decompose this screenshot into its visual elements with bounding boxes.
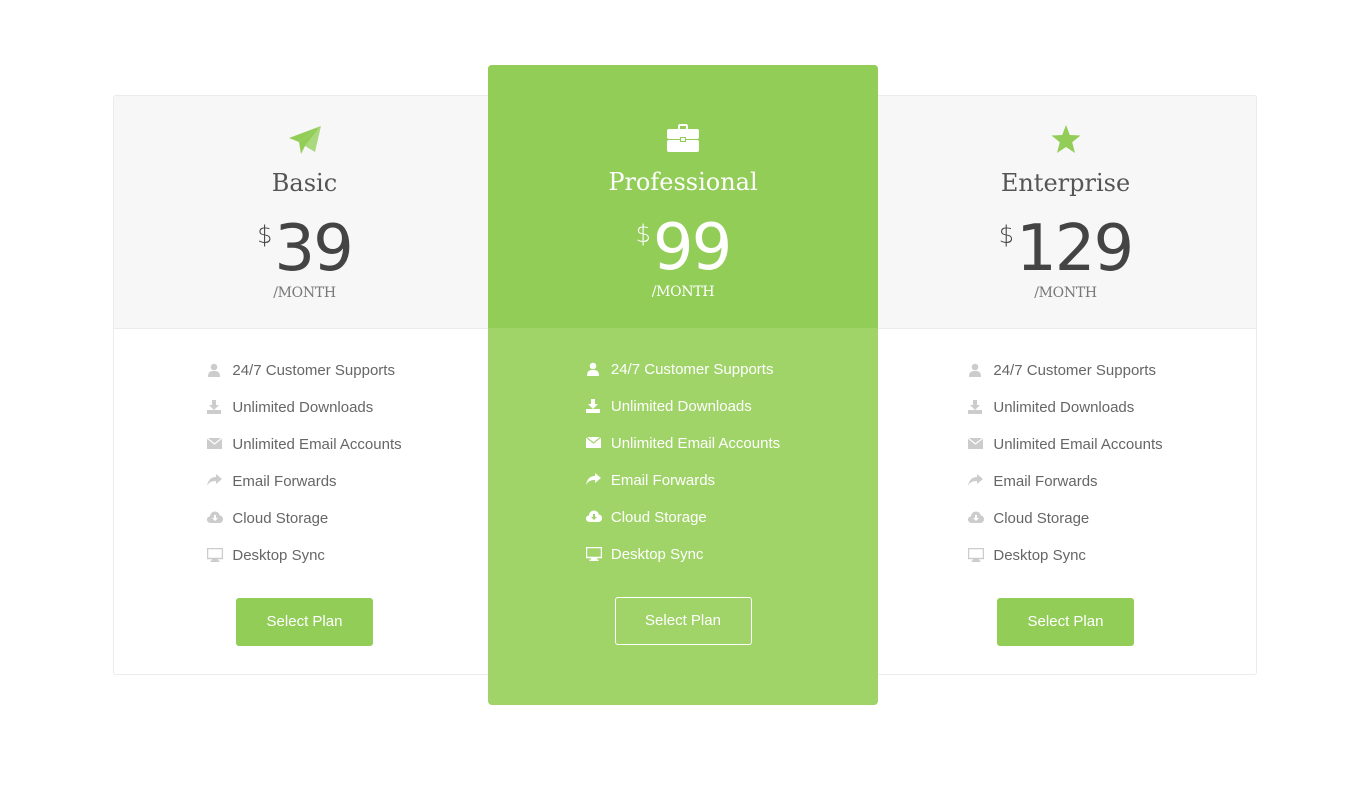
feature-item: Unlimited Downloads: [968, 396, 1162, 433]
plan-price: $99: [488, 212, 878, 284]
currency-symbol: $: [635, 220, 651, 248]
cloud-download-icon: [968, 511, 985, 525]
paper-plane-icon: [114, 125, 495, 162]
price-period: /MONTH: [651, 284, 715, 300]
price-amount: 129: [1016, 212, 1134, 286]
desktop-icon: [968, 548, 985, 562]
card-header: Basic $39 /MONTH: [114, 96, 495, 329]
star-icon: [875, 125, 1256, 159]
download-icon: [585, 399, 602, 413]
card-header: Professional $99 /MONTH: [488, 65, 878, 328]
feature-list: 24/7 Customer Supports Unlimited Downloa…: [968, 359, 1163, 581]
feature-list: 24/7 Customer Supports Unlimited Downloa…: [585, 358, 780, 580]
feature-item: Unlimited Downloads: [207, 396, 401, 433]
cloud-download-icon: [207, 511, 224, 525]
user-icon: [968, 363, 984, 377]
download-icon: [207, 400, 223, 414]
price-period: /MONTH: [273, 285, 336, 301]
cloud-download-icon: [585, 510, 602, 524]
desktop-icon: [585, 547, 602, 561]
briefcase-icon: [488, 124, 878, 157]
envelope-icon: [207, 437, 223, 451]
feature-item: Unlimited Email Accounts: [585, 432, 780, 469]
pricing-card-enterprise: Enterprise $129 /MONTH 24/7 Customer Sup…: [875, 95, 1257, 675]
share-icon: [968, 474, 984, 488]
feature-item: Desktop Sync: [207, 544, 401, 581]
plan-name: Professional: [608, 168, 758, 196]
desktop-icon: [207, 548, 224, 562]
feature-item: Unlimited Email Accounts: [968, 433, 1163, 470]
feature-item: 24/7 Customer Supports: [968, 359, 1162, 396]
select-plan-button[interactable]: Select Plan: [614, 597, 752, 645]
feature-item: Email Forwards: [968, 470, 1162, 507]
user-icon: [586, 362, 602, 376]
share-icon: [207, 474, 223, 488]
feature-item: Desktop Sync: [968, 544, 1162, 581]
card-header: Enterprise $129 /MONTH: [875, 96, 1256, 329]
price-amount: 39: [274, 212, 353, 286]
feature-item: Desktop Sync: [585, 543, 780, 580]
feature-item: Cloud Storage: [585, 506, 780, 543]
pricing-card-professional: Professional $99 /MONTH 24/7 Customer Su…: [488, 65, 878, 705]
download-icon: [968, 400, 984, 414]
plan-price: $129: [875, 213, 1256, 285]
share-icon: [585, 473, 602, 487]
price-amount: 99: [652, 211, 732, 285]
envelope-icon: [968, 437, 984, 451]
feature-item: Cloud Storage: [207, 507, 401, 544]
currency-symbol: $: [998, 221, 1015, 249]
feature-item: 24/7 Customer Supports: [207, 359, 401, 396]
feature-item: 24/7 Customer Supports: [586, 358, 780, 395]
pricing-card-basic: Basic $39 /MONTH 24/7 Customer Supports …: [113, 95, 495, 675]
envelope-icon: [585, 436, 602, 450]
price-period: /MONTH: [1034, 285, 1097, 301]
feature-item: Email Forwards: [585, 469, 780, 506]
feature-item: Email Forwards: [207, 470, 401, 507]
plan-price: $39: [114, 213, 495, 285]
feature-item: Unlimited Email Accounts: [207, 433, 402, 470]
currency-symbol: $: [257, 221, 273, 249]
select-plan-button[interactable]: Select Plan: [997, 598, 1134, 646]
feature-item: Unlimited Downloads: [585, 395, 780, 432]
user-icon: [207, 363, 223, 377]
feature-list: 24/7 Customer Supports Unlimited Downloa…: [207, 359, 402, 581]
plan-name: Basic: [271, 169, 338, 197]
feature-item: Cloud Storage: [968, 507, 1162, 544]
select-plan-button[interactable]: Select Plan: [236, 598, 373, 646]
plan-name: Enterprise: [1000, 169, 1131, 197]
